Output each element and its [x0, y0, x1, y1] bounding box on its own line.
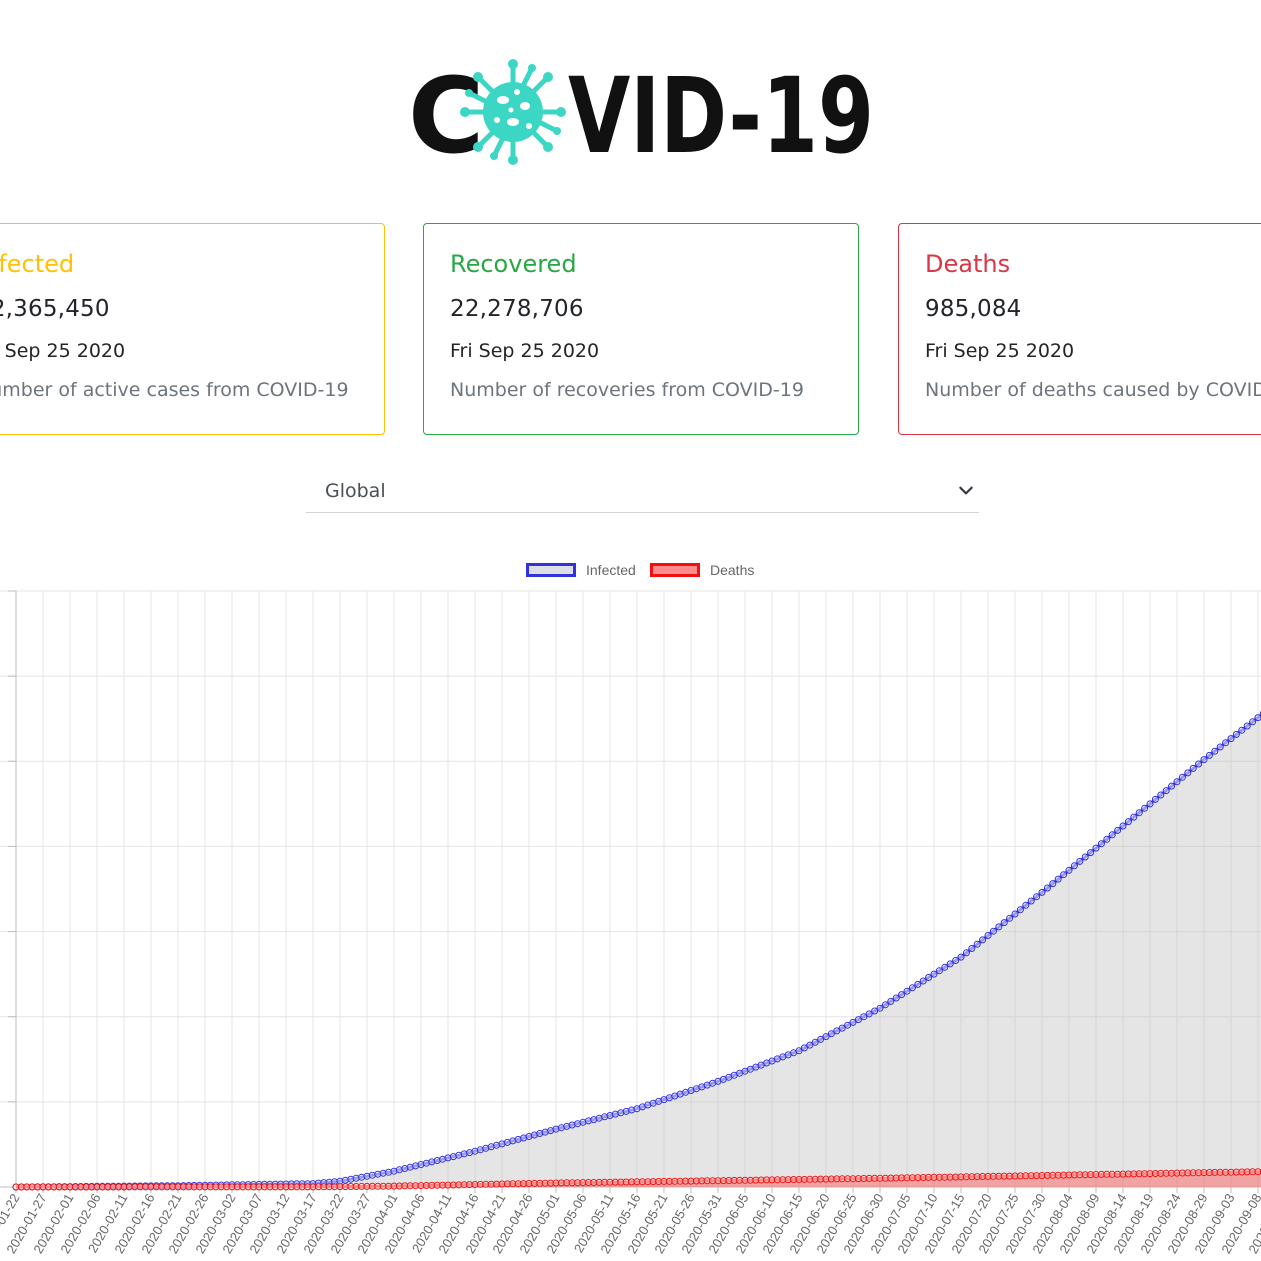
infected-card: Infected 32,365,450 Fri Sep 25 2020 Numb… [0, 223, 385, 435]
chevron-down-icon [959, 486, 973, 495]
infected-point [892, 994, 900, 1002]
virus-icon [460, 59, 566, 165]
infected-point [952, 957, 960, 964]
infected-point [1135, 809, 1143, 817]
infected-point [887, 997, 895, 1005]
infected-point [1200, 756, 1208, 764]
infected-point [1022, 901, 1030, 909]
infected-point [1049, 880, 1057, 888]
infected-point [1141, 804, 1149, 812]
legend-label-infected: Infected [586, 562, 636, 578]
infected-point [1076, 857, 1084, 865]
infected-point [968, 945, 976, 952]
covid-19-logo: C VID-19 [408, 56, 874, 166]
legend-label-deaths: Deaths [710, 562, 755, 578]
infected-point [1108, 831, 1116, 839]
infected-point [1146, 800, 1154, 808]
infected-point [914, 980, 922, 988]
infected-point [1178, 773, 1186, 781]
country-select-value: Global [325, 480, 386, 502]
deaths-card-count: 985,084 [925, 296, 1022, 322]
infected-point [1065, 866, 1073, 874]
country-select[interactable]: Global [306, 469, 979, 513]
logo-text-vid19: VID-19 [568, 56, 874, 166]
cases-line-chart: 2020-01-222020-01-272020-02-012020-02-06… [0, 590, 1261, 1256]
infected-point [1243, 722, 1251, 730]
infected-point [925, 974, 933, 981]
infected-point [1103, 835, 1111, 843]
infected-point [1205, 751, 1213, 759]
infected-point [881, 1001, 889, 1009]
infected-point [935, 967, 943, 975]
infected-point [1238, 726, 1246, 734]
infected-point [962, 949, 970, 957]
recovered-card: Recovered 22,278,706 Fri Sep 25 2020 Num… [423, 223, 859, 435]
infected-point [1232, 730, 1240, 738]
recovered-card-count: 22,278,706 [450, 296, 584, 322]
infected-point [1227, 735, 1235, 743]
infected-card-description: Number of active cases from COVID-19 [0, 379, 349, 401]
infected-point [1168, 782, 1176, 790]
deaths-card-date: Fri Sep 25 2020 [925, 340, 1075, 362]
infected-point [1222, 739, 1230, 747]
infected-point [1033, 893, 1041, 901]
infected-card-date: Fri Sep 25 2020 [0, 340, 126, 362]
infected-point [919, 977, 927, 985]
infected-point [979, 936, 987, 944]
infected-point [1173, 778, 1181, 786]
page-content: C VID-19 fected ,365,450 Sep 25 2020 Num… [0, 0, 1261, 1261]
infected-point [898, 991, 906, 999]
infected-point [1060, 871, 1068, 879]
infected-point [1254, 714, 1261, 722]
infected-point [995, 923, 1003, 931]
infected-point [1162, 787, 1170, 795]
deaths-card-title: Deaths [925, 250, 1011, 278]
infected-point [946, 960, 954, 968]
infected-point [973, 940, 981, 948]
recovered-card-description: Number of recoveries from COVID-19 [450, 379, 804, 401]
infected-point [1184, 769, 1192, 777]
infected-card-count: 32,365,450 [0, 296, 110, 322]
deaths-card: Deaths 985,084 Fri Sep 25 2020 Number of… [898, 223, 1261, 435]
infected-point [908, 984, 916, 992]
infected-point [1249, 718, 1257, 726]
infected-point [1081, 853, 1089, 861]
infected-point [1119, 822, 1127, 830]
infected-point [957, 953, 965, 961]
infected-area [16, 715, 1261, 1187]
infected-point [1092, 844, 1100, 852]
infected-point [1124, 818, 1132, 826]
deaths-card-description: Number of deaths caused by COVID-19 [925, 379, 1261, 401]
infected-point [1130, 813, 1138, 821]
infected-point [1097, 840, 1105, 848]
infected-point [1070, 862, 1078, 870]
infected-point [1087, 849, 1095, 857]
infected-point [1189, 764, 1197, 772]
infected-point [1151, 795, 1159, 803]
legend-swatch-deaths [650, 563, 700, 577]
infected-point [1006, 914, 1014, 922]
infected-point [1016, 906, 1024, 914]
infected-point [1000, 919, 1008, 927]
infected-point [1157, 791, 1165, 799]
infected-point [876, 1004, 884, 1012]
infected-point [984, 932, 992, 939]
infected-point [989, 927, 997, 935]
infected-point [1038, 888, 1046, 896]
infected-point [941, 963, 949, 971]
infected-point [903, 987, 911, 995]
recovered-card-title: Recovered [450, 250, 577, 278]
infected-point [1114, 826, 1122, 834]
infected-point [1027, 897, 1035, 905]
infected-point [1054, 875, 1062, 883]
infected-point [1043, 884, 1051, 892]
infected-point [1216, 743, 1224, 751]
legend-swatch-infected [526, 563, 576, 577]
infected-point [1211, 747, 1219, 755]
infected-point [930, 970, 938, 978]
infected-card-title: Infected [0, 250, 75, 278]
infected-point [1011, 910, 1019, 918]
recovered-card-date: Fri Sep 25 2020 [450, 340, 600, 362]
infected-point [1195, 760, 1203, 768]
